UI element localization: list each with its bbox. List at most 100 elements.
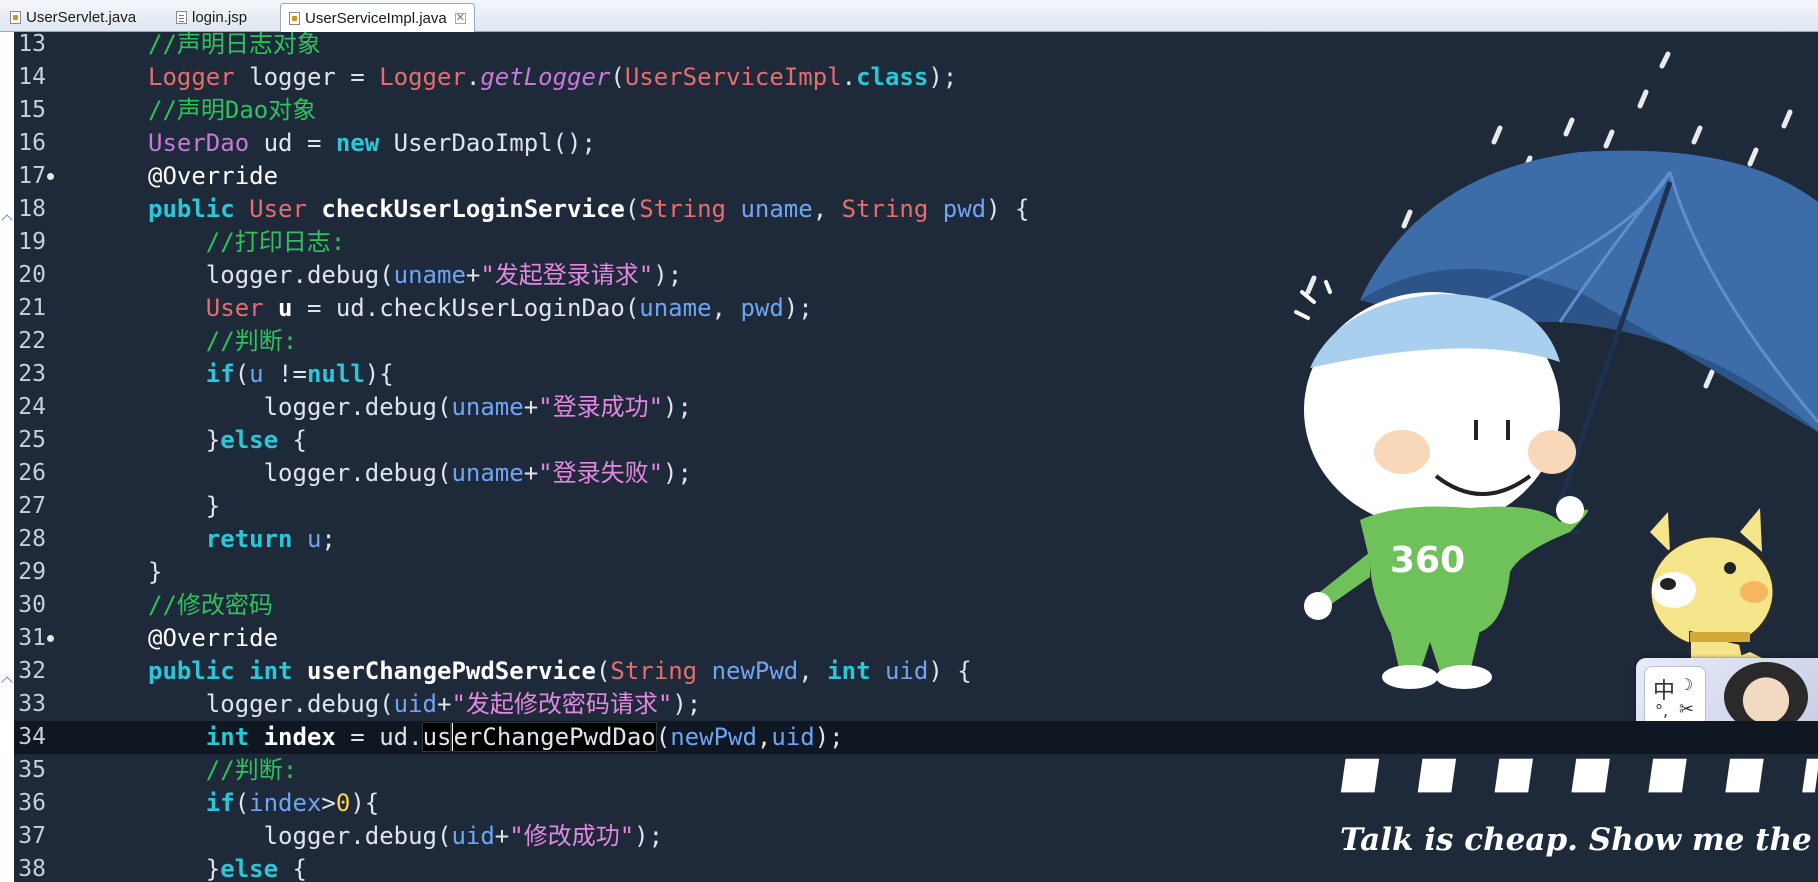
code-line[interactable]: 35 //判断: [14,754,1818,787]
code-token: else [220,426,279,454]
code-text: @Override [148,160,278,193]
code-text: public User checkUserLoginService(String… [148,193,1029,226]
code-line[interactable]: 14 Logger logger = Logger.getLogger(UserS… [14,61,1818,94]
code-token: u [306,525,322,553]
code-line[interactable]: 27 } [14,490,1818,523]
code-token: ( [595,657,611,685]
fold-marker-icon[interactable] [47,173,54,180]
code-line[interactable]: 19 //打印日志: [14,226,1818,259]
fold-marker-icon[interactable] [47,635,54,642]
code-line[interactable]: 15 //声明Dao对象 [14,94,1818,127]
code-line[interactable]: 28 return u; [14,523,1818,556]
code-token: uname [740,195,813,223]
code-line[interactable]: 37 logger.debug(uid+"修改成功"); [14,820,1818,853]
code-token: erChangePwdDao [450,722,657,752]
code-text: //声明日志对象 [148,32,321,61]
code-line[interactable]: 34 int index = ud.userChangePwdDao(newPw… [14,721,1818,754]
line-number: 38 [18,856,46,882]
code-line[interactable]: 24 logger.debug(uname+"登录成功"); [14,391,1818,424]
code-line[interactable]: 23 if(u !=null){ [14,358,1818,391]
code-token: index [249,789,322,817]
code-token: logger = [234,63,380,91]
code-line[interactable]: 16 UserDao ud = new UserDaoImpl(); [14,127,1818,160]
code-line[interactable]: 13 //声明日志对象 [14,32,1818,61]
code-token: ){ [350,789,380,817]
code-line[interactable]: 31 @Override [14,622,1818,655]
code-token: ); [814,723,844,751]
code-token: UserDaoImpl(); [379,129,596,157]
code-token: @Override [148,624,279,652]
code-token: Logger [148,63,235,91]
code-line[interactable]: 18 public User checkUserLoginService(Stri… [14,193,1818,226]
java-file-icon [10,11,21,24]
code-line[interactable]: 26 logger.debug(uname+"登录失败"); [14,457,1818,490]
code-line[interactable]: 17 @Override [14,160,1818,193]
tab-label: UserServiceImpl.java [305,9,447,27]
code-token: pwd [942,195,987,223]
code-text: logger.debug(uname+"登录成功"); [148,391,692,424]
code-token: "发起登录请求" [480,261,654,289]
jsp-file-icon [176,11,187,24]
line-number: 14 [18,64,46,90]
line-number: 20 [18,262,46,288]
code-token: newPwd [711,657,799,685]
code-token: //修改密码 [148,591,273,619]
code-line[interactable]: 20 logger.debug(uname+"发起登录请求"); [14,259,1818,292]
code-token: "发起修改密码请求" [451,690,673,718]
code-token: "修改成功" [509,822,635,850]
java-file-icon [289,11,300,25]
code-text: } [148,490,220,523]
code-token: new [335,129,380,157]
code-token: } [148,855,221,882]
code-token: { [278,426,307,454]
code-token: getLogger [480,63,611,91]
code-token: ) { [986,195,1030,223]
code-editor[interactable]: 360 ■ ■ ■ ■ ■ ■ ■ ■ Talk is cheap. Show … [0,32,1818,882]
code-token: uid [771,723,815,751]
code-token: int [249,657,293,685]
code-token: uname [639,294,712,322]
code-line[interactable]: 29} [14,556,1818,589]
code-line[interactable]: 21 User u = ud.checkUserLoginDao(uname, … [14,292,1818,325]
code-token: "登录成功" [538,393,664,421]
code-text: if(index>0){ [148,787,379,820]
code-token: null [306,360,365,388]
code-line[interactable]: 32 public int userChangePwdService(String… [14,655,1818,688]
line-number: 21 [18,295,46,321]
code-text: //打印日志: [148,226,345,259]
code-token: + [465,261,481,289]
code-token: public [148,195,235,223]
code-line[interactable]: 30 //修改密码 [14,589,1818,622]
tab-userserviceimpl[interactable]: UserServiceImpl.java ✕ [280,3,475,32]
code-token: = ud.checkUserLoginDao( [292,294,640,322]
code-line[interactable]: 38 }else { [14,853,1818,882]
code-line[interactable]: 36 if(index>0){ [14,787,1818,820]
code-line[interactable]: 25 }else { [14,424,1818,457]
tab-userservlet[interactable]: UserServlet.java [2,3,144,32]
code-token: + [437,690,452,718]
code-token: , [798,657,828,685]
code-token: class [856,63,929,91]
code-token: userChangePwdService [306,657,596,685]
editor-tab-bar: UserServlet.java login.jsp UserServiceIm… [0,0,1818,32]
tab-login-jsp[interactable]: login.jsp [168,3,255,32]
code-token: ){ [364,360,394,388]
code-token: 0 [335,789,351,817]
line-number: 18 [18,196,46,222]
code-token: String [841,195,929,223]
code-text: Logger logger = Logger.getLogger(UserSer… [148,61,957,94]
close-icon[interactable]: ✕ [454,12,466,24]
code-token: + [523,393,539,421]
code-line[interactable]: 22 //判断: [14,325,1818,358]
code-text: //修改密码 [148,589,273,622]
code-line[interactable]: 33 logger.debug(uid+"发起修改密码请求"); [14,688,1818,721]
code-token: logger.debug( [148,459,452,487]
